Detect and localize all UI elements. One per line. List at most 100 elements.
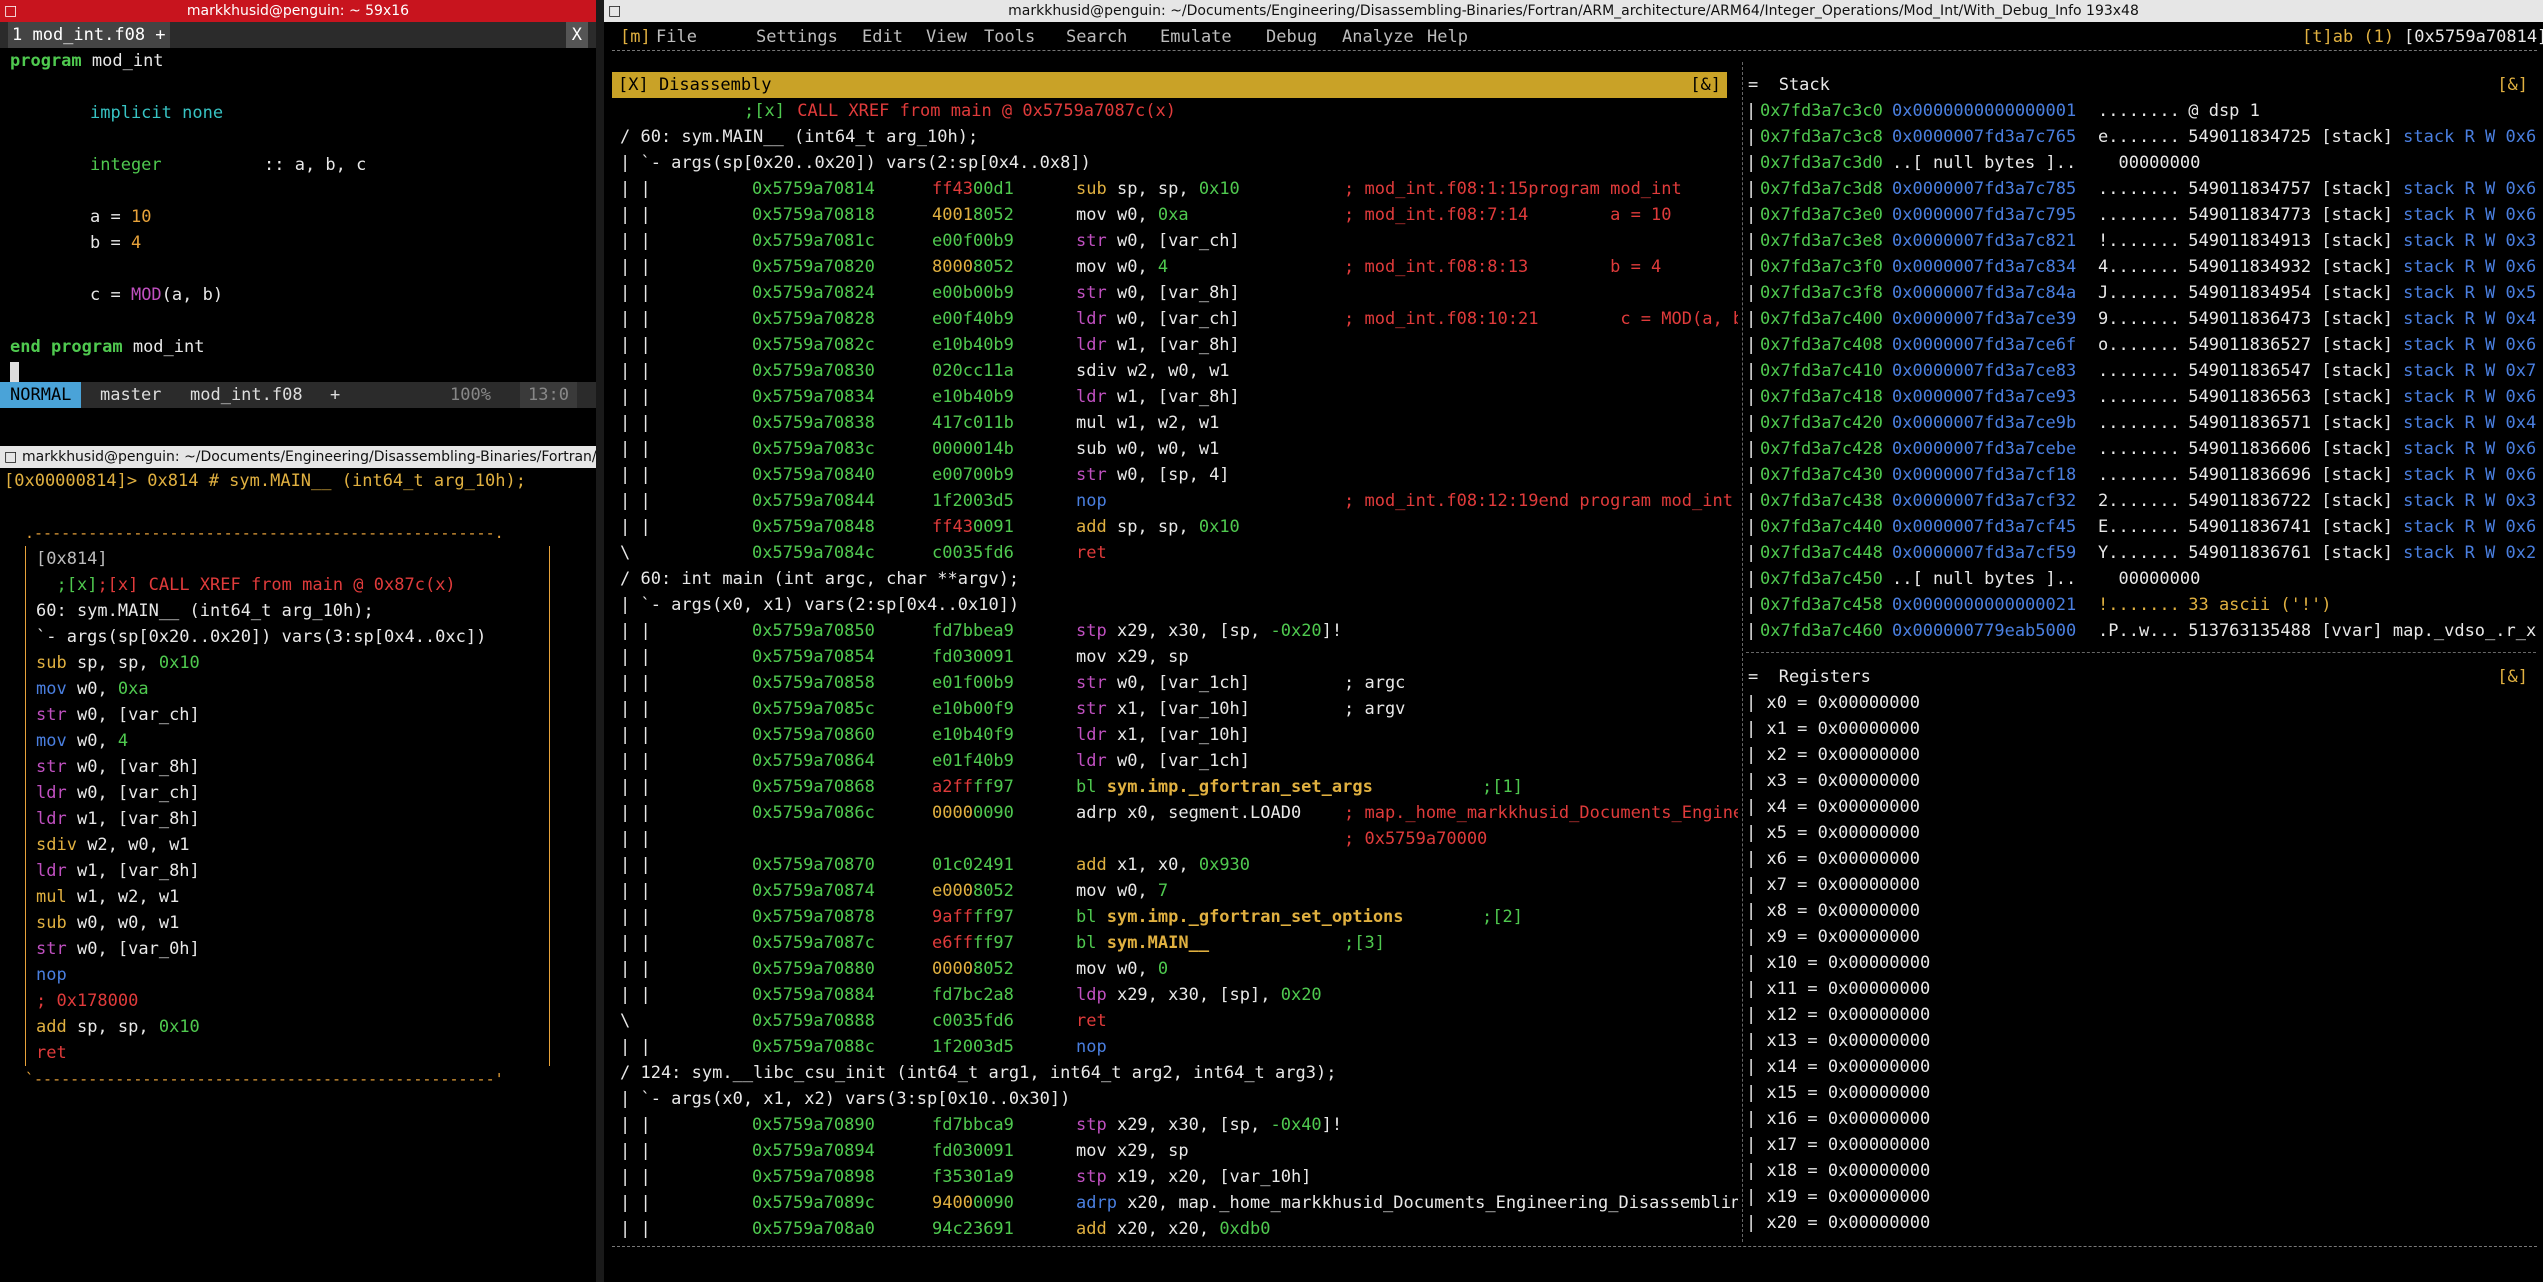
register-row[interactable]: | x3 = 0x00000000: [1746, 768, 2536, 794]
instruction-address[interactable]: 0x5759a70824: [752, 280, 875, 306]
register-row[interactable]: | x12 = 0x00000000: [1746, 1002, 2536, 1028]
menu-item-emulate[interactable]: Emulate: [1160, 24, 1232, 50]
disasm-row[interactable]: | | 0x5759a70830 020cc11a sdiv w2, w0, w1: [612, 358, 1738, 384]
stack-row[interactable]: | 0x7fd3a7c408 0x0000007fd3a7ce6f o....... …: [1746, 332, 2536, 358]
disasm-row[interactable]: / 60: sym.MAIN__ (int64_t arg_10h);: [612, 124, 1738, 150]
menu-item-analyze[interactable]: Analyze: [1342, 24, 1414, 50]
disasm-row[interactable]: / 60: int main (int argc, char **argv);: [612, 566, 1738, 592]
instruction-address[interactable]: 0x5759a7083c: [752, 436, 875, 462]
disasm-row[interactable]: | | 0x5759a70848 ff430091 add sp, sp, 0x10: [612, 514, 1738, 540]
disassembly-panel[interactable]: [X] Disassembly [&] ;[x] CALL XREF from …: [612, 72, 1738, 1240]
instruction-address[interactable]: 0x5759a70828: [752, 306, 875, 332]
register-row[interactable]: | x15 = 0x00000000: [1746, 1080, 2536, 1106]
disasm-row[interactable]: | `- args(x0, x1) vars(2:sp[0x4..0x10]): [612, 592, 1738, 618]
stack-row[interactable]: | 0x7fd3a7c3f0 0x0000007fd3a7c834 4....... …: [1746, 254, 2536, 280]
register-row[interactable]: | x17 = 0x00000000: [1746, 1132, 2536, 1158]
stack-row[interactable]: | 0x7fd3a7c400 0x0000007fd3a7ce39 9....... …: [1746, 306, 2536, 332]
disasm-row[interactable]: | | 0x5759a70894 fd030091 mov x29, sp: [612, 1138, 1738, 1164]
instruction-address[interactable]: 0x5759a70864: [752, 748, 875, 774]
register-row[interactable]: | x13 = 0x00000000: [1746, 1028, 2536, 1054]
stack-row[interactable]: | 0x7fd3a7c430 0x0000007fd3a7cf18........ …: [1746, 462, 2536, 488]
disasm-row[interactable]: | | 0x5759a70878 9affff97 bl sym.imp._gfort…: [612, 904, 1738, 930]
instruction-address[interactable]: 0x5759a70840: [752, 462, 875, 488]
stack-row[interactable]: | 0x7fd3a7c420 0x0000007fd3a7ce9b........ …: [1746, 410, 2536, 436]
instruction-address[interactable]: 0x5759a70894: [752, 1138, 875, 1164]
register-row[interactable]: | x11 = 0x00000000: [1746, 976, 2536, 1002]
disasm-row[interactable]: | | 0x5759a70814 ff4300d1 sub sp, sp, 0x10;…: [612, 176, 1738, 202]
graph-node[interactable]: .---------------------------------------…: [25, 520, 550, 1092]
stack-panel[interactable]: = Stack [&] | 0x7fd3a7c3c0 0x0000000000000…: [1746, 72, 2536, 642]
instruction-address[interactable]: 0x5759a708a0: [752, 1216, 875, 1240]
disassembly-header[interactable]: [X] Disassembly [&]: [612, 72, 1727, 98]
register-row[interactable]: | x20 = 0x00000000: [1746, 1210, 2536, 1236]
menu-item-help[interactable]: Help: [1427, 24, 1468, 50]
stack-row[interactable]: | 0x7fd3a7c3e0 0x0000007fd3a7c795........ …: [1746, 202, 2536, 228]
disasm-row[interactable]: | | 0x5759a7085c e10b00f9 str x1, [var_10h]…: [612, 696, 1738, 722]
register-row[interactable]: | x14 = 0x00000000: [1746, 1054, 2536, 1080]
disasm-row[interactable]: \ 0x5759a7084c c0035fd6 ret: [612, 540, 1738, 566]
instruction-address[interactable]: 0x5759a70834: [752, 384, 875, 410]
instruction-address[interactable]: 0x5759a70880: [752, 956, 875, 982]
register-row[interactable]: | x0 = 0x00000000: [1746, 690, 2536, 716]
register-row[interactable]: | x4 = 0x00000000: [1746, 794, 2536, 820]
stack-row[interactable]: | 0x7fd3a7c448 0x0000007fd3a7cf59 Y....... …: [1746, 540, 2536, 566]
instruction-address[interactable]: 0x5759a70898: [752, 1164, 875, 1190]
disasm-row[interactable]: | | 0x5759a7083c 0000014b sub w0, w0, w1: [612, 436, 1738, 462]
instruction-address[interactable]: 0x5759a70868: [752, 774, 875, 800]
instruction-address[interactable]: 0x5759a70844: [752, 488, 875, 514]
pane-divider-horizontal[interactable]: [0, 408, 600, 446]
disasm-row[interactable]: | | 0x5759a70898 f35301a9 stp x19, x20, [va…: [612, 1164, 1738, 1190]
menu-item-file[interactable]: File: [656, 24, 697, 50]
stack-row[interactable]: | 0x7fd3a7c450 ..[ null bytes ].. 00000000: [1746, 566, 2536, 592]
disasm-row[interactable]: | | 0x5759a70880 00008052 mov w0, 0: [612, 956, 1738, 982]
register-row[interactable]: | x5 = 0x00000000: [1746, 820, 2536, 846]
menu-item-settings[interactable]: Settings: [756, 24, 838, 50]
stack-row[interactable]: | 0x7fd3a7c460 0x000000779eab5000 .P..w... …: [1746, 618, 2536, 642]
vim-tab-close-button[interactable]: X: [565, 22, 588, 48]
instruction-address[interactable]: 0x5759a7088c: [752, 1034, 875, 1060]
instruction-address[interactable]: 0x5759a70818: [752, 202, 875, 228]
register-row[interactable]: | x7 = 0x00000000: [1746, 872, 2536, 898]
instruction-address[interactable]: 0x5759a7087c: [752, 930, 875, 956]
disasm-row[interactable]: | | 0x5759a7088c 1f2003d5 nop: [612, 1034, 1738, 1060]
menu-item-search[interactable]: Search: [1066, 24, 1127, 50]
disasm-row[interactable]: | `- args(x0, x1, x2) vars(3:sp[0x10..0x…: [612, 1086, 1738, 1112]
disasm-row[interactable]: | | 0x5759a7086c 00000090 adrp x0, segment.…: [612, 800, 1738, 826]
panel-menu-button[interactable]: [&]: [1690, 72, 1721, 98]
stack-row[interactable]: | 0x7fd3a7c3f8 0x0000007fd3a7c84a J....... …: [1746, 280, 2536, 306]
disasm-row[interactable]: | | 0x5759a70870 01c02491 add x1, x0, 0x930: [612, 852, 1738, 878]
vim-tab[interactable]: 1 mod_int.f08 +: [8, 22, 170, 48]
stack-row[interactable]: | 0x7fd3a7c418 0x0000007fd3a7ce93........ …: [1746, 384, 2536, 410]
disasm-row[interactable]: | `- args(sp[0x20..0x20]) vars(2:sp[0x4.…: [612, 150, 1738, 176]
instruction-address[interactable]: 0x5759a70888: [752, 1008, 875, 1034]
instruction-address[interactable]: 0x5759a70848: [752, 514, 875, 540]
disasm-row[interactable]: | | 0x5759a70884 fd7bc2a8 ldp x29, x30, [sp…: [612, 982, 1738, 1008]
instruction-address[interactable]: 0x5759a70850: [752, 618, 875, 644]
vim-editor[interactable]: program mod_int implicit none integer ::…: [0, 48, 596, 384]
stack-row[interactable]: | 0x7fd3a7c3d0 ..[ null bytes ].. 00000000: [1746, 150, 2536, 176]
disasm-row[interactable]: | | 0x5759a708a0 94c23691 add x20, x20, 0xd…: [612, 1216, 1738, 1240]
register-row[interactable]: | x16 = 0x00000000: [1746, 1106, 2536, 1132]
instruction-address[interactable]: 0x5759a70814: [752, 176, 875, 202]
disasm-row[interactable]: | | 0x5759a7082c e10b40b9 ldr w1, [var_8h]: [612, 332, 1738, 358]
instruction-address[interactable]: 0x5759a70884: [752, 982, 875, 1008]
stack-row[interactable]: | 0x7fd3a7c438 0x0000007fd3a7cf32 2....... …: [1746, 488, 2536, 514]
disasm-row[interactable]: | | 0x5759a70890 fd7bbca9 stp x29, x30, [sp…: [612, 1112, 1738, 1138]
stack-row[interactable]: | 0x7fd3a7c458 0x0000000000000021!....... …: [1746, 592, 2536, 618]
register-row[interactable]: | x8 = 0x00000000: [1746, 898, 2536, 924]
instruction-address[interactable]: 0x5759a70830: [752, 358, 875, 384]
disasm-row[interactable]: | | 0x5759a70838 417c011b mul w1, w2, w1: [612, 410, 1738, 436]
instruction-address[interactable]: 0x5759a70860: [752, 722, 875, 748]
panel-menu-button[interactable]: [&]: [2497, 664, 2528, 690]
disasm-row[interactable]: | | 0x5759a70828 e00f40b9 ldr w0, [var_ch];…: [612, 306, 1738, 332]
register-row[interactable]: | x9 = 0x00000000: [1746, 924, 2536, 950]
disasm-row[interactable]: \ 0x5759a70888 c0035fd6 ret: [612, 1008, 1738, 1034]
disasm-row[interactable]: | | 0x5759a70864 e01f40b9 ldr w0, [var_1ch]: [612, 748, 1738, 774]
disasm-row[interactable]: | | 0x5759a7087c e6ffff97 bl sym.MAIN__ ;[3]: [612, 930, 1738, 956]
disasm-row[interactable]: / 124: sym.__libc_csu_init (int64_t arg1…: [612, 1060, 1738, 1086]
disasm-row[interactable]: | | 0x5759a70874 e0008052 mov w0, 7: [612, 878, 1738, 904]
disasm-row[interactable]: | | 0x5759a70824 e00b00b9 str w0, [var_8h]: [612, 280, 1738, 306]
stack-row[interactable]: | 0x7fd3a7c440 0x0000007fd3a7cf45 E....... …: [1746, 514, 2536, 540]
instruction-address[interactable]: 0x5759a70870: [752, 852, 875, 878]
panel-menu-button[interactable]: [&]: [2497, 72, 2528, 98]
